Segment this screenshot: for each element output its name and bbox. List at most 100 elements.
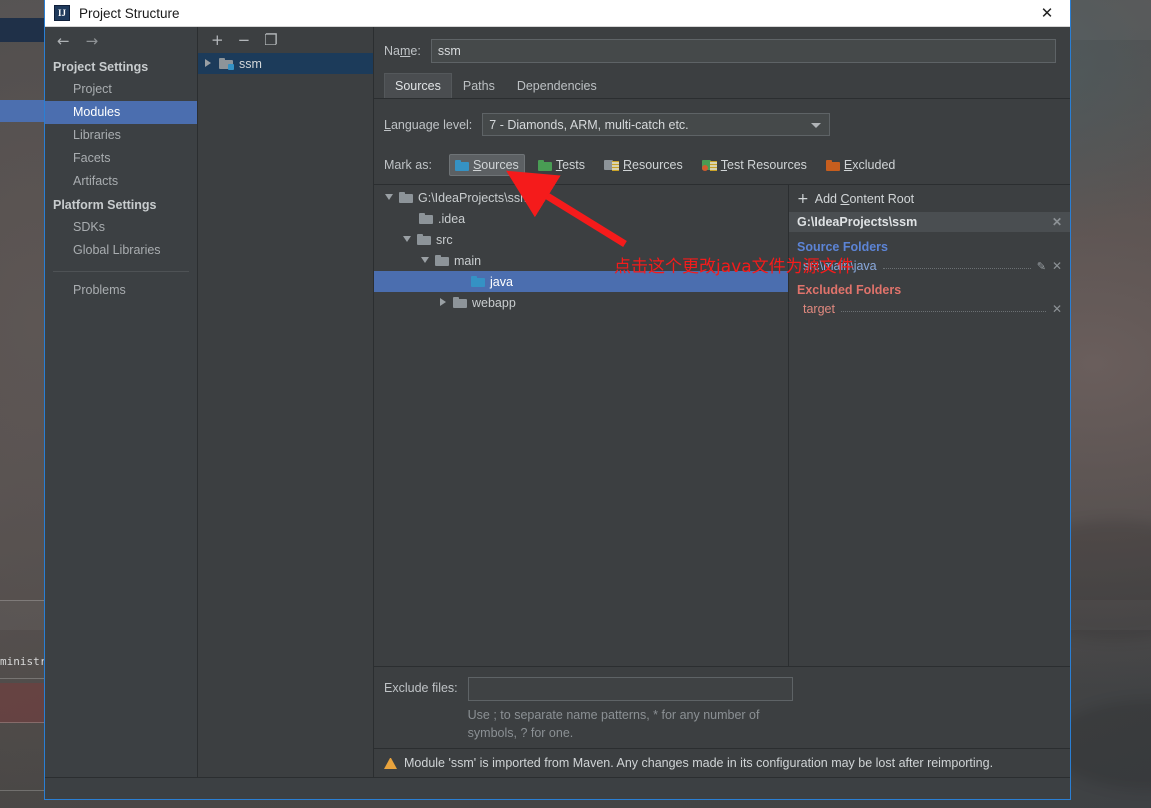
background-window-selected-row bbox=[0, 100, 44, 122]
exclude-files-area: Exclude files: Use ; to separate name pa… bbox=[374, 666, 1070, 748]
back-arrow-icon[interactable]: ← bbox=[57, 33, 70, 49]
mark-as-sources-button[interactable]: Sources bbox=[448, 154, 525, 176]
tab-sources[interactable]: Sources bbox=[384, 73, 452, 98]
excluded-folder-entry[interactable]: target ✕ bbox=[789, 300, 1070, 318]
source-folders-title: Source Folders bbox=[797, 240, 888, 254]
module-list-item-label: ssm bbox=[239, 56, 262, 71]
module-folder-icon bbox=[219, 58, 234, 70]
add-content-root-label: Add Content Root bbox=[814, 192, 915, 206]
content-roots-panel: + Add Content Root G:\IdeaProjects\ssm ✕… bbox=[789, 185, 1070, 666]
chevron-right-icon[interactable] bbox=[439, 298, 448, 307]
language-level-label: Language level: bbox=[384, 117, 473, 132]
mark-as-sources-label: Sources bbox=[472, 158, 519, 172]
close-icon[interactable]: ✕ bbox=[1024, 0, 1070, 27]
tree-row-java[interactable]: java bbox=[374, 271, 788, 292]
dialog-titlebar: IJ Project Structure ✕ bbox=[45, 0, 1070, 27]
remove-source-folder-icon[interactable]: ✕ bbox=[1052, 259, 1062, 273]
background-window-strip: ministra bbox=[0, 0, 44, 808]
sidebar-item-sdks[interactable]: SDKs bbox=[45, 216, 197, 239]
mark-as-excluded-button[interactable]: Excluded bbox=[820, 154, 901, 176]
maven-warning-row: Module 'ssm' is imported from Maven. Any… bbox=[374, 748, 1070, 777]
edit-pencil-icon[interactable]: ✎ bbox=[1037, 260, 1046, 273]
dialog-body: ← → Project Settings Project Modules Lib… bbox=[45, 27, 1070, 777]
remove-content-root-icon[interactable]: ✕ bbox=[1052, 215, 1062, 229]
exclude-files-hint: Use ; to separate name patterns, * for a… bbox=[467, 708, 760, 740]
chevron-down-icon[interactable] bbox=[403, 235, 412, 244]
chevron-down-icon[interactable] bbox=[421, 256, 430, 265]
add-content-root-button[interactable]: + Add Content Root bbox=[789, 185, 1070, 212]
exclude-files-label: Exclude files: bbox=[384, 681, 458, 695]
sidebar-item-global-libraries[interactable]: Global Libraries bbox=[45, 239, 197, 262]
intellij-idea-icon: IJ bbox=[54, 5, 70, 21]
source-folder-entry[interactable]: src\main\java ✎ ✕ bbox=[789, 257, 1070, 275]
content-root-header: G:\IdeaProjects\ssm ✕ bbox=[789, 212, 1070, 232]
copy-module-button[interactable]: ❐ bbox=[264, 32, 277, 48]
source-folder-path: src\main\java bbox=[803, 259, 877, 273]
sidebar-item-libraries[interactable]: Libraries bbox=[45, 124, 197, 147]
mark-as-tests-label: Tests bbox=[555, 158, 585, 172]
excluded-folder-path: target bbox=[803, 302, 835, 316]
mark-as-resources-button[interactable]: Resources bbox=[598, 154, 689, 176]
background-window-titlebar bbox=[0, 18, 44, 42]
settings-sidebar: ← → Project Settings Project Modules Lib… bbox=[45, 27, 198, 777]
sidebar-group-project-settings: Project Settings bbox=[53, 60, 149, 74]
sidebar-item-problems[interactable]: Problems bbox=[45, 279, 197, 302]
entry-dots bbox=[882, 268, 1031, 269]
language-level-select[interactable]: 7 - Diamonds, ARM, multi-catch etc. bbox=[482, 113, 831, 136]
folder-grey-icon bbox=[399, 192, 413, 203]
module-name-label: Name: bbox=[384, 44, 421, 58]
folder-orange-icon bbox=[825, 159, 840, 171]
module-list-toolbar: + − ❐ bbox=[198, 27, 373, 53]
sidebar-item-project[interactable]: Project bbox=[45, 78, 197, 101]
sidebar-group-platform-settings: Platform Settings bbox=[53, 198, 157, 212]
navigation-arrows: ← → bbox=[45, 27, 197, 55]
add-module-button[interactable]: + bbox=[211, 32, 224, 48]
mark-as-excluded-label: Excluded bbox=[843, 158, 896, 172]
background-window-text: ministra bbox=[0, 655, 44, 668]
tree-row-label: java bbox=[490, 274, 513, 289]
sidebar-item-artifacts[interactable]: Artifacts bbox=[45, 170, 197, 193]
tree-row[interactable]: .idea bbox=[374, 208, 788, 229]
module-list-item-ssm[interactable]: ssm bbox=[198, 53, 373, 74]
background-window-highlight bbox=[0, 683, 44, 723]
sidebar-item-modules[interactable]: Modules bbox=[45, 101, 197, 124]
tree-row-label: src bbox=[436, 232, 453, 247]
plus-icon: + bbox=[797, 191, 809, 207]
mark-as-test-resources-button[interactable]: Test Resources bbox=[696, 154, 813, 176]
chevron-down-icon[interactable] bbox=[811, 122, 822, 128]
tree-row[interactable]: main bbox=[374, 250, 788, 271]
tree-row-label: webapp bbox=[472, 295, 516, 310]
folder-blue-icon bbox=[454, 159, 469, 171]
chevron-down-icon[interactable] bbox=[385, 193, 394, 202]
tree-row[interactable]: G:\IdeaProjects\ssm bbox=[374, 187, 788, 208]
language-level-value: 7 - Diamonds, ARM, multi-catch etc. bbox=[489, 117, 689, 132]
warning-triangle-icon bbox=[384, 757, 397, 769]
entry-dots bbox=[840, 311, 1046, 312]
excluded-folders-title: Excluded Folders bbox=[797, 283, 902, 297]
folder-grey-icon bbox=[453, 297, 467, 308]
sidebar-item-facets[interactable]: Facets bbox=[45, 147, 197, 170]
folder-grey-icon bbox=[419, 213, 433, 224]
module-settings-panel: Name: Sources Paths Dependencies Languag… bbox=[374, 27, 1070, 777]
exclude-files-input[interactable] bbox=[467, 677, 793, 701]
module-name-input[interactable] bbox=[430, 39, 1056, 63]
tree-row-label: .idea bbox=[438, 211, 466, 226]
remove-module-button[interactable]: − bbox=[238, 32, 251, 48]
sidebar-divider bbox=[53, 271, 189, 272]
tree-row[interactable]: webapp bbox=[374, 292, 788, 313]
content-split: G:\IdeaProjects\ssm .idea src main java … bbox=[374, 184, 1070, 666]
tab-dependencies[interactable]: Dependencies bbox=[506, 73, 608, 98]
chevron-right-icon[interactable] bbox=[204, 59, 213, 68]
mark-as-label: Mark as: bbox=[384, 158, 432, 172]
folder-green-icon bbox=[537, 159, 552, 171]
tab-paths[interactable]: Paths bbox=[452, 73, 506, 98]
mark-as-tests-button[interactable]: Tests bbox=[532, 154, 591, 176]
content-root-tree: G:\IdeaProjects\ssm .idea src main java … bbox=[374, 185, 789, 666]
module-list: ssm bbox=[198, 53, 373, 777]
remove-excluded-folder-icon[interactable]: ✕ bbox=[1052, 302, 1062, 316]
forward-arrow-icon[interactable]: → bbox=[86, 33, 99, 49]
tree-row[interactable]: src bbox=[374, 229, 788, 250]
module-name-row: Name: bbox=[374, 27, 1070, 73]
